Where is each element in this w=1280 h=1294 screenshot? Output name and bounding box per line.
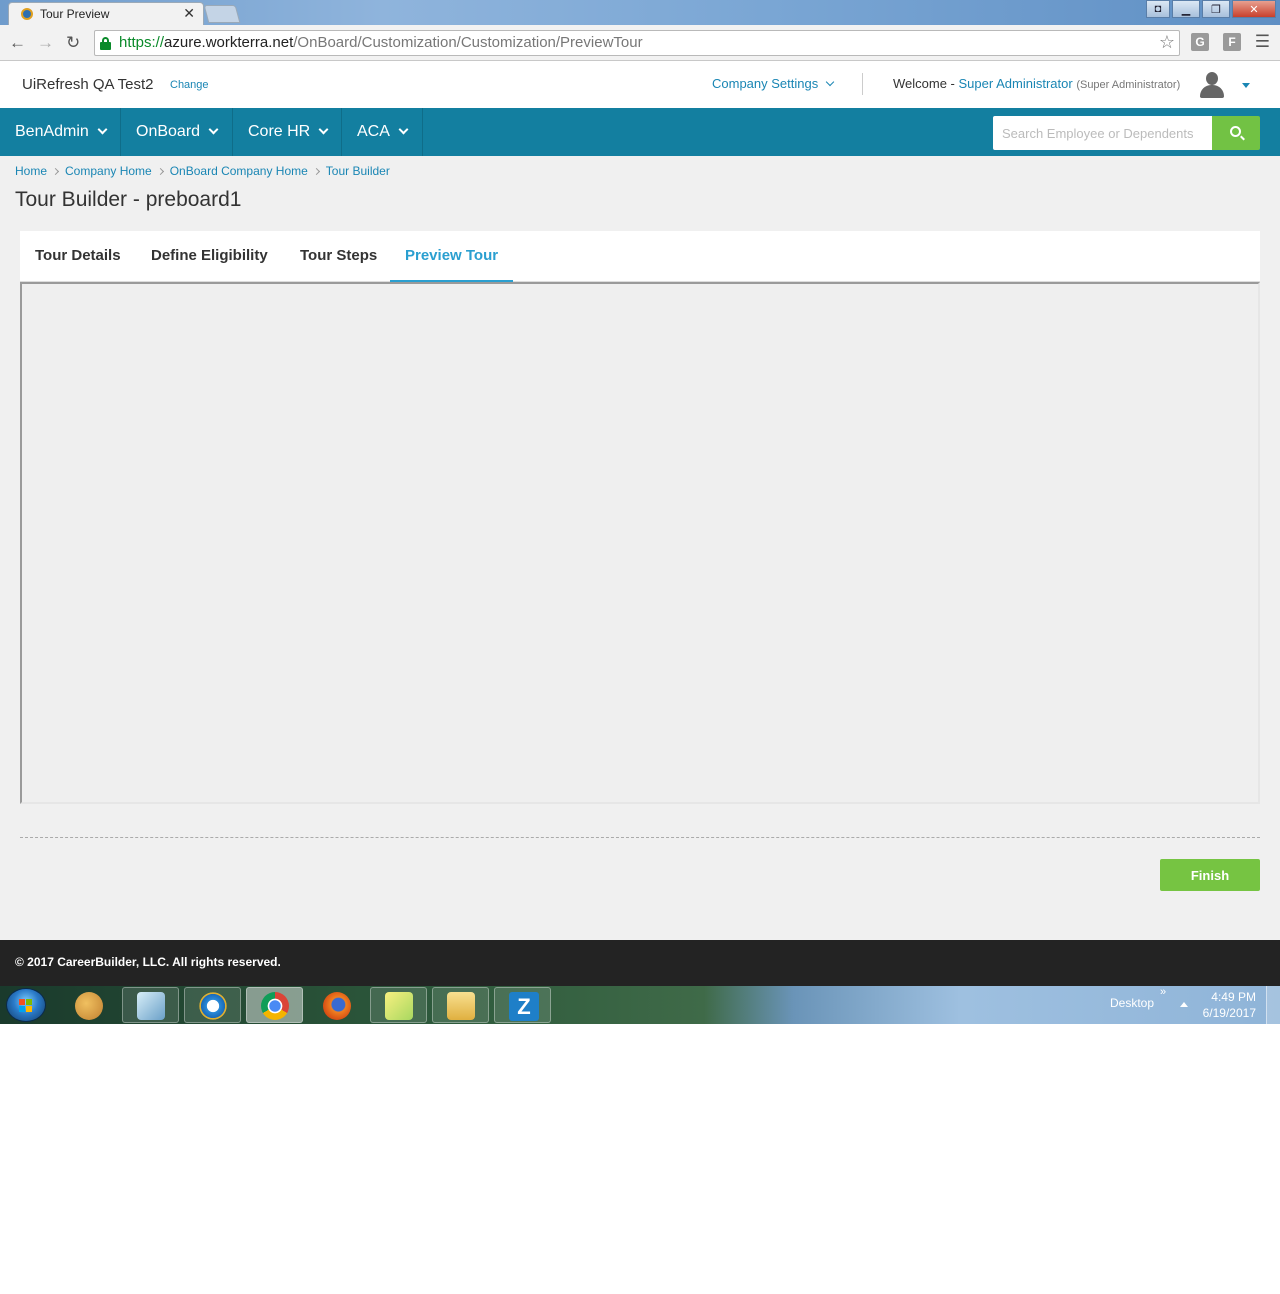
- lock-icon: [100, 37, 111, 50]
- company-name: UiRefresh QA Test2: [22, 76, 154, 93]
- tab-preview-tour[interactable]: Preview Tour: [390, 231, 514, 282]
- copyright-text: © 2017 CareerBuilder, LLC. All rights re…: [15, 955, 281, 969]
- app-header: UiRefresh QA Test2 Change Company Settin…: [0, 61, 1280, 108]
- extension-f-icon[interactable]: F: [1223, 33, 1241, 51]
- forward-icon[interactable]: →: [37, 33, 54, 53]
- browser-titlebar: Tour Preview ✕ ◘ ▁ ❐ ✕: [0, 0, 1280, 25]
- show-desktop-button[interactable]: [1266, 986, 1280, 1024]
- clock-date: 6/19/2017: [1202, 1006, 1256, 1020]
- user-menu-caret-icon[interactable]: [1242, 83, 1250, 88]
- nav-item-aca[interactable]: ACA: [342, 108, 423, 156]
- search-icon: [1230, 126, 1241, 137]
- page-footer: © 2017 CareerBuilder, LLC. All rights re…: [0, 940, 1280, 986]
- desktop-toolbar-label[interactable]: Desktop: [1110, 996, 1154, 1010]
- back-icon[interactable]: ←: [9, 33, 26, 53]
- minimize-icon[interactable]: ▁: [1172, 0, 1200, 18]
- new-tab-button[interactable]: [203, 5, 241, 23]
- welcome-text: Welcome - Super Administrator (Super Adm…: [893, 76, 1181, 91]
- windows-taskbar: Z Desktop » 4:49 PM 6/19/2017: [0, 986, 1280, 1024]
- breadcrumb-company-home[interactable]: Company Home: [65, 164, 152, 178]
- user-name-link[interactable]: Super Administrator: [959, 76, 1073, 91]
- folder-icon: [447, 992, 475, 1020]
- favicon-icon: [21, 8, 33, 20]
- breadcrumb-separator-icon: [312, 167, 320, 176]
- breadcrumb-separator-icon: [156, 167, 164, 176]
- nav-item-onboard[interactable]: OnBoard: [121, 108, 233, 156]
- tab-title: Tour Preview: [40, 7, 110, 21]
- search-button[interactable]: [1212, 116, 1260, 150]
- breadcrumb-onboard-company-home[interactable]: OnBoard Company Home: [170, 164, 308, 178]
- paint-icon: [75, 992, 103, 1020]
- window-controls: ◘ ▁ ❐ ✕: [1144, 0, 1276, 18]
- browser-tab[interactable]: Tour Preview ✕: [8, 2, 204, 25]
- company-settings-label: Company Settings: [712, 76, 819, 91]
- page-body: Home Company Home OnBoard Company Home Tour…: [0, 156, 1280, 940]
- taskbar-z-app[interactable]: Z: [494, 987, 551, 1023]
- nav-item-benadmin[interactable]: BenAdmin: [0, 108, 121, 156]
- clock-time: 4:49 PM: [1211, 990, 1256, 1004]
- breadcrumb-tour-builder[interactable]: Tour Builder: [326, 164, 390, 178]
- taskbar-notes[interactable]: [122, 987, 179, 1023]
- tab-tour-details[interactable]: Tour Details: [20, 231, 136, 282]
- browser-menu-icon[interactable]: ☰: [1255, 32, 1270, 52]
- breadcrumb-separator-icon: [51, 167, 60, 176]
- z-app-icon: Z: [509, 992, 539, 1021]
- change-company-link[interactable]: Change: [170, 79, 209, 91]
- url-text: https://azure.workterra.net/OnBoard/Cust…: [119, 34, 643, 51]
- notepad-icon: [137, 992, 165, 1020]
- employee-search-input[interactable]: [993, 116, 1212, 150]
- internet-explorer-icon: [199, 992, 227, 1020]
- finish-button[interactable]: Finish: [1160, 859, 1260, 891]
- chrome-icon: [261, 992, 289, 1020]
- tray-expand-icon[interactable]: [1180, 1002, 1188, 1007]
- chevron-down-icon: [208, 124, 219, 135]
- bookmark-star-icon[interactable]: ☆: [1159, 32, 1175, 53]
- system-clock[interactable]: 4:49 PM 6/19/2017: [1196, 989, 1256, 1021]
- nav-item-corehr[interactable]: Core HR: [233, 108, 342, 156]
- reload-icon[interactable]: ↻: [66, 33, 80, 53]
- taskbar-internet-explorer[interactable]: [184, 987, 241, 1023]
- chevron-down-icon: [398, 124, 409, 135]
- address-bar[interactable]: https://azure.workterra.net/OnBoard/Cust…: [94, 30, 1180, 56]
- firefox-icon: [323, 992, 351, 1020]
- taskbar-firefox[interactable]: [308, 987, 365, 1023]
- page-title: Tour Builder - preboard1: [15, 188, 242, 211]
- user-role: (Super Administrator): [1076, 79, 1181, 91]
- tour-tabs: Tour Details Define Eligibility Tour Ste…: [20, 231, 1260, 282]
- taskbar-paint[interactable]: [60, 987, 117, 1023]
- double-chevron-icon[interactable]: »: [1160, 986, 1166, 998]
- tab-define-eligibility[interactable]: Define Eligibility: [136, 231, 283, 282]
- avatar[interactable]: [1198, 71, 1226, 99]
- tour-preview-frame[interactable]: [20, 282, 1260, 804]
- chevron-down-icon: [825, 77, 835, 87]
- taskbar-chrome[interactable]: [246, 987, 303, 1023]
- header-divider: [862, 73, 863, 95]
- tab-tour-steps[interactable]: Tour Steps: [285, 231, 392, 282]
- chevron-down-icon: [97, 124, 108, 135]
- extension-g-icon[interactable]: G: [1191, 33, 1209, 51]
- windows-logo-icon: [19, 999, 33, 1013]
- close-window-icon[interactable]: ✕: [1232, 0, 1276, 18]
- chevron-down-icon: [318, 124, 329, 135]
- taskbar-sticky-notes[interactable]: [370, 987, 427, 1023]
- taskbar-file-explorer[interactable]: [432, 987, 489, 1023]
- tab-close-icon[interactable]: ✕: [183, 5, 195, 22]
- section-divider: [20, 837, 1260, 838]
- sticky-notes-icon: [385, 992, 413, 1020]
- breadcrumb: Home Company Home OnBoard Company Home Tour…: [15, 164, 390, 178]
- user-profile-icon[interactable]: ◘: [1146, 0, 1170, 18]
- maximize-icon[interactable]: ❐: [1202, 0, 1230, 18]
- start-button[interactable]: [6, 988, 46, 1022]
- browser-toolbar: ← → ↻ https://azure.workterra.net/OnBoar…: [0, 25, 1280, 61]
- breadcrumb-home[interactable]: Home: [15, 164, 47, 178]
- company-settings-menu[interactable]: Company Settings: [712, 76, 835, 91]
